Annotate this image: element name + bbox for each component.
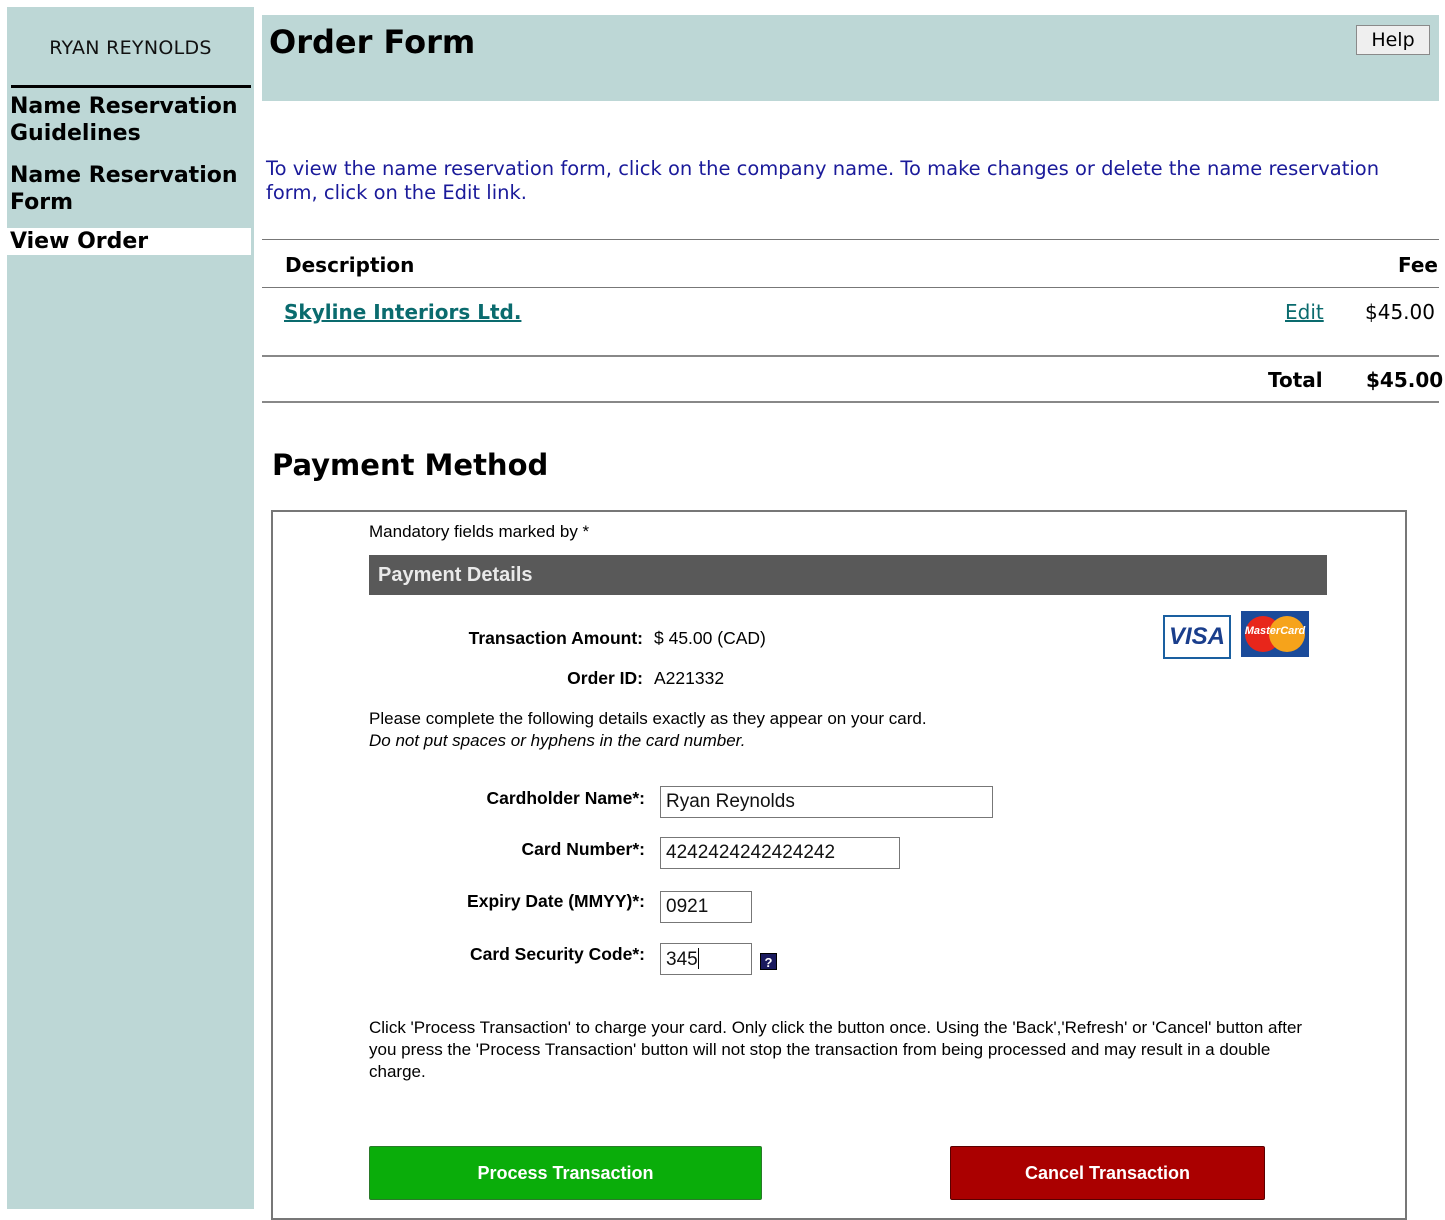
- expiry-date-label: Expiry Date (MMYY)*:: [467, 891, 645, 911]
- card-security-code-label: Card Security Code*:: [469, 944, 645, 964]
- mastercard-logo-text: MasterCard: [1244, 625, 1306, 637]
- card-instructions-text: Please complete the following details ex…: [369, 709, 927, 728]
- table-top-rule: [262, 239, 1439, 240]
- edit-link[interactable]: Edit: [1285, 300, 1324, 324]
- sidebar: RYAN REYNOLDS Name Reservation Guideline…: [7, 7, 254, 1209]
- total-value: $45.00: [1366, 368, 1444, 392]
- help-button[interactable]: Help: [1356, 25, 1430, 55]
- visa-logo: VISA: [1163, 615, 1231, 659]
- transaction-amount-label: Transaction Amount:: [468, 628, 643, 648]
- sidebar-item-name-reservation-guidelines[interactable]: Name Reservation Guidelines: [7, 93, 251, 147]
- card-security-code-field[interactable]: 345: [660, 943, 752, 975]
- page-title: Order Form: [269, 23, 476, 61]
- mandatory-note: Mandatory fields marked by *: [369, 522, 590, 541]
- table-bottom-rule: [262, 401, 1439, 403]
- card-security-code-value: 345: [666, 949, 698, 970]
- expiry-date-field[interactable]: 0921: [660, 891, 752, 923]
- total-label: Total: [1268, 368, 1323, 392]
- cancel-transaction-button[interactable]: Cancel Transaction: [950, 1146, 1265, 1200]
- fee-value: $45.00: [1365, 300, 1435, 324]
- description-column-header: Description: [285, 253, 415, 277]
- payment-method-title: Payment Method: [272, 448, 549, 482]
- order-id-label: Order ID:: [567, 668, 643, 688]
- sidebar-divider: [11, 85, 251, 88]
- table-header-rule: [262, 287, 1439, 288]
- process-transaction-button[interactable]: Process Transaction: [369, 1146, 762, 1200]
- cardholder-name-label: Cardholder Name*:: [486, 788, 645, 808]
- card-number-field[interactable]: 4242424242424242: [660, 837, 900, 869]
- payment-frame: Mandatory fields marked by * Payment Det…: [271, 510, 1407, 1220]
- page-header: Order Form Help: [262, 15, 1439, 101]
- order-id-value: A221332: [654, 668, 725, 688]
- cardholder-name-field[interactable]: Ryan Reynolds: [660, 786, 993, 818]
- mastercard-logo: MasterCard: [1241, 611, 1309, 657]
- fee-column-header: Fee: [1398, 253, 1438, 277]
- intro-text: To view the name reservation form, click…: [266, 157, 1380, 204]
- card-instructions: Please complete the following details ex…: [369, 708, 927, 752]
- sidebar-item-view-order[interactable]: View Order: [7, 228, 251, 255]
- transaction-notice: Click 'Process Transaction' to charge yo…: [369, 1018, 1303, 1081]
- sidebar-item-name-reservation-form[interactable]: Name Reservation Form: [7, 162, 251, 216]
- table-total-rule: [262, 355, 1439, 357]
- payment-details-header: Payment Details: [369, 555, 1327, 595]
- transaction-amount-value: $ 45.00 (CAD): [654, 628, 766, 648]
- card-number-label: Card Number*:: [521, 839, 646, 859]
- cvc-help-icon[interactable]: ?: [760, 953, 777, 970]
- text-caret: [697, 948, 699, 969]
- company-name-link[interactable]: Skyline Interiors Ltd.: [284, 300, 521, 324]
- card-instructions-note: Do not put spaces or hyphens in the card…: [369, 731, 746, 750]
- user-name: RYAN REYNOLDS: [49, 37, 212, 59]
